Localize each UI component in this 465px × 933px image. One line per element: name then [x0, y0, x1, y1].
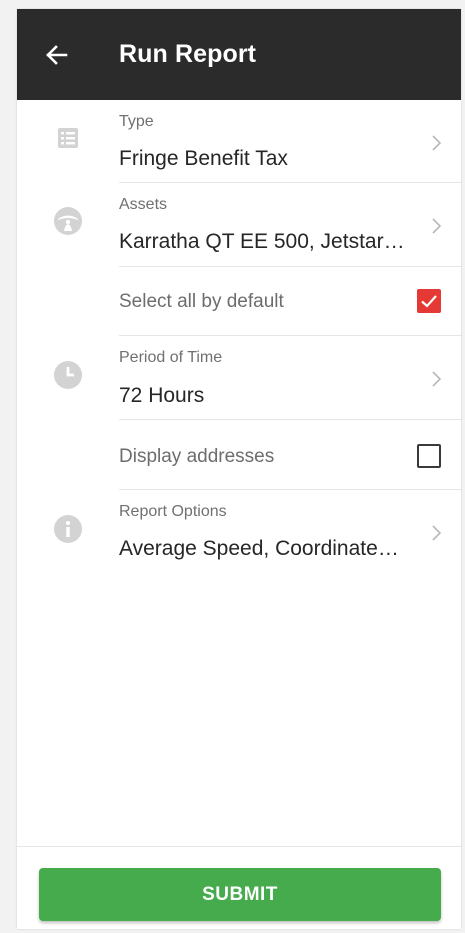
type-value: Fringe Benefit Tax — [119, 147, 288, 170]
checkmark-icon — [421, 295, 437, 308]
type-row[interactable]: Type Fringe Benefit Tax — [17, 100, 461, 183]
app-screen: Run Report Type Fringe Benefit Tax Asset… — [17, 9, 461, 929]
display-addresses-row-body: Display addresses — [119, 420, 461, 490]
report-options-row[interactable]: Report Options Average Speed, Coordinate… — [17, 490, 461, 574]
steering-wheel-icon — [54, 207, 82, 235]
type-row-icon-cell — [17, 100, 119, 183]
chevron-right-icon — [432, 135, 442, 151]
report-options-value: Average Speed, Coordinates, Driver — [119, 537, 409, 560]
display-addresses-row[interactable]: Display addresses — [17, 420, 461, 490]
type-label: Type — [119, 113, 154, 130]
assets-row[interactable]: Assets Karratha QT EE 500, Jetstar Pilot… — [17, 183, 461, 267]
report-options-row-icon-cell — [17, 490, 119, 574]
chevron-right-icon — [432, 525, 442, 541]
chevron-right-icon — [432, 371, 442, 387]
period-value: 72 Hours — [119, 384, 205, 407]
list-icon — [58, 127, 78, 148]
period-row-icon-cell — [17, 336, 119, 420]
select-all-row-body: Select all by default — [119, 267, 461, 336]
report-settings-list: Type Fringe Benefit Tax Assets Karratha … — [17, 100, 461, 574]
display-addresses-label: Display addresses — [119, 446, 275, 467]
period-label: Period of Time — [119, 349, 223, 366]
page-title: Run Report — [119, 40, 257, 68]
assets-row-icon-cell — [17, 183, 119, 267]
app-bar: Run Report — [17, 9, 461, 100]
select-all-label: Select all by default — [119, 291, 284, 312]
chevron-right-icon — [432, 218, 442, 234]
select-all-checkbox[interactable] — [417, 289, 441, 313]
select-all-row[interactable]: Select all by default — [17, 267, 461, 336]
type-row-body: Type Fringe Benefit Tax — [119, 100, 461, 183]
info-icon — [54, 515, 82, 543]
display-addresses-checkbox[interactable] — [417, 444, 441, 468]
arrow-left-icon — [46, 44, 68, 65]
period-row[interactable]: Period of Time 72 Hours — [17, 336, 461, 420]
report-options-row-body: Report Options Average Speed, Coordinate… — [119, 490, 461, 574]
clock-icon — [54, 361, 82, 389]
assets-value: Karratha QT EE 500, Jetstar Pilot, Sweep… — [119, 230, 409, 253]
select-all-spacer — [17, 267, 119, 336]
display-addresses-spacer — [17, 420, 119, 490]
assets-row-body: Assets Karratha QT EE 500, Jetstar Pilot… — [119, 183, 461, 267]
back-button[interactable] — [17, 9, 97, 100]
footer-bar: SUBMIT — [17, 846, 461, 929]
period-row-body: Period of Time 72 Hours — [119, 336, 461, 420]
submit-button[interactable]: SUBMIT — [39, 868, 441, 921]
assets-label: Assets — [119, 196, 168, 213]
report-options-label: Report Options — [119, 503, 227, 520]
